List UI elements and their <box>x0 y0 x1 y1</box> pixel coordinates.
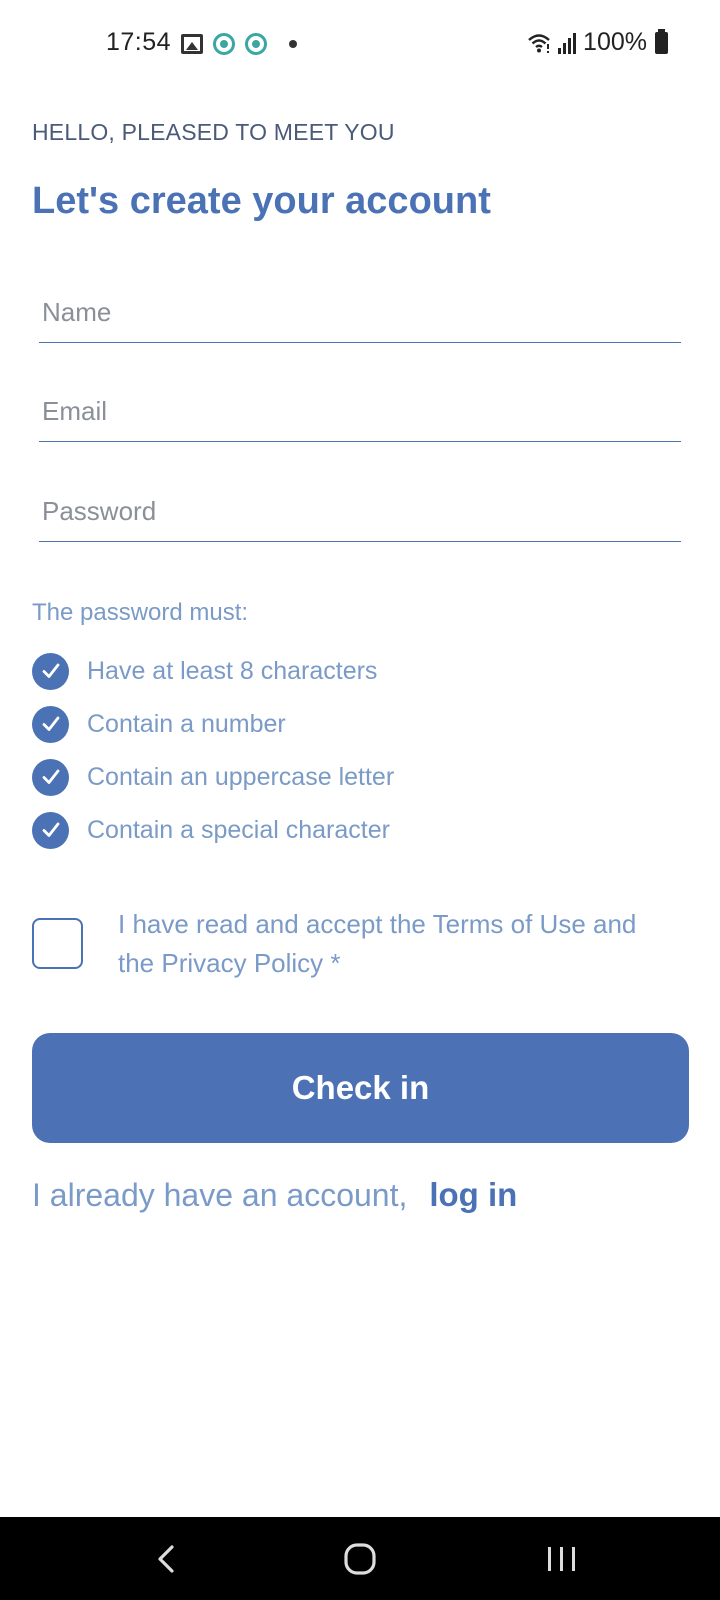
terms-label[interactable]: I have read and accept the Terms of Use … <box>118 905 678 983</box>
email-field-wrapper <box>39 382 681 442</box>
system-navigation-bar <box>0 1517 720 1600</box>
email-input[interactable] <box>39 382 681 441</box>
check-circle-icon <box>32 652 69 690</box>
battery-icon <box>655 28 668 54</box>
greeting-text: HELLO, PLEASED TO MEET YOU <box>32 119 395 145</box>
more-notifications-dot-icon <box>289 40 297 48</box>
image-icon <box>181 34 203 54</box>
log-in-link[interactable]: log in <box>429 1176 517 1214</box>
password-rule-item: Contain a number <box>32 705 286 743</box>
login-prompt: I already have an account, log in <box>32 1176 517 1214</box>
password-rule-item: Contain a special character <box>32 811 390 849</box>
check-circle-icon <box>32 758 69 796</box>
signal-icon <box>558 32 577 54</box>
system-status-icons: 100% <box>527 28 668 57</box>
password-rule-label: Contain a special character <box>87 815 390 844</box>
login-prompt-text: I already have an account, <box>32 1177 408 1213</box>
app-notification-icon <box>245 33 267 55</box>
password-rule-label: Contain an uppercase letter <box>87 762 395 791</box>
check-circle-icon <box>32 811 69 849</box>
app-notification-icon <box>213 33 235 55</box>
password-rule-item: Have at least 8 characters <box>32 652 377 690</box>
status-time: 17:54 <box>106 28 172 56</box>
back-icon[interactable] <box>148 1539 188 1579</box>
battery-percentage: 100% <box>583 28 647 56</box>
password-field-wrapper <box>39 482 681 542</box>
password-rule-label: Contain a number <box>87 709 286 738</box>
notification-icons <box>181 33 297 55</box>
password-rules-heading: The password must: <box>32 599 249 626</box>
terms-checkbox[interactable] <box>32 918 83 969</box>
password-rule-label: Have at least 8 characters <box>87 656 378 685</box>
name-input[interactable] <box>39 283 681 342</box>
recent-apps-icon[interactable] <box>542 1539 582 1579</box>
password-rule-item: Contain an uppercase letter <box>32 758 394 796</box>
name-field-wrapper <box>39 283 681 343</box>
status-bar: 17:54 100% <box>0 0 720 90</box>
wifi-icon <box>528 33 550 53</box>
page-title: Let's create your account <box>32 180 491 222</box>
check-circle-icon <box>32 705 69 743</box>
check-in-button[interactable]: Check in <box>32 1033 689 1143</box>
password-input[interactable] <box>39 482 681 541</box>
home-icon[interactable] <box>340 1539 380 1579</box>
